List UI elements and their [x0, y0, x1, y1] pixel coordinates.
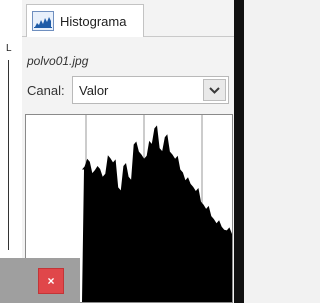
- background-text-fragment: L: [6, 43, 12, 54]
- image-filename: polvo01.jpg: [27, 54, 89, 68]
- chevron-down-icon: [209, 87, 220, 94]
- right-edge-strip: [234, 0, 244, 303]
- histogram-icon-graphic: [33, 12, 53, 30]
- tab-histogram-label: Histograma: [60, 14, 127, 29]
- histogram-area: [82, 125, 232, 302]
- channel-select-button[interactable]: [203, 79, 226, 101]
- channel-select-value: Valor: [79, 83, 109, 98]
- background-divider: [8, 60, 9, 250]
- close-icon: ×: [47, 274, 55, 288]
- tab-histogram[interactable]: Histograma: [26, 4, 144, 37]
- histogram-icon: [32, 11, 54, 31]
- channel-select[interactable]: Valor: [72, 76, 229, 104]
- channel-label: Canal:: [27, 83, 65, 98]
- close-button[interactable]: ×: [38, 268, 64, 294]
